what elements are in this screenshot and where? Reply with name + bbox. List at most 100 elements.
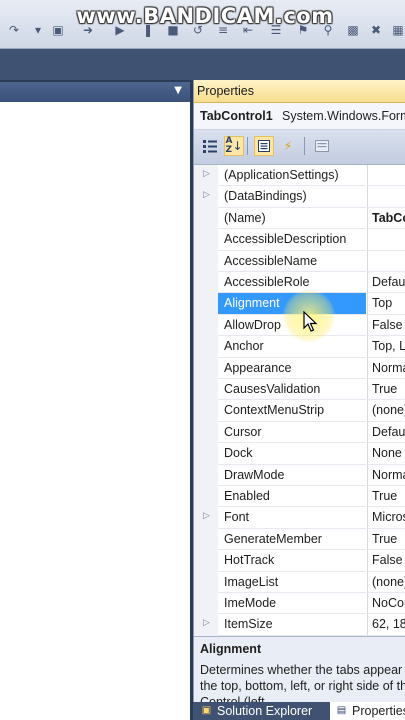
property-row[interactable]: ImageList (none): [194, 571, 405, 593]
property-name[interactable]: AccessibleRole: [218, 272, 366, 294]
properties-window: Properties TabControl1 System.Windows.Fo…: [193, 80, 405, 709]
row-gutter: [194, 357, 218, 379]
property-row[interactable]: AppearanceNormal: [194, 357, 405, 379]
object-type: System.Windows.Forms.TabControl: [282, 109, 405, 123]
property-row[interactable]: ▷ (DataBindings): [194, 186, 405, 208]
property-value[interactable]: (none): [367, 571, 405, 593]
main-toolbar: ↷ ▾ ▣ ➜ ▶ ❚ ■ ↺ ≡ ⇤ ☰ ⚑ ⚲ ▩ ✖ ▦ www.BAND…: [0, 0, 405, 49]
property-name[interactable]: Font: [218, 507, 366, 529]
property-value[interactable]: Top: [367, 293, 405, 315]
expand-arrow-icon[interactable]: ▷: [203, 511, 210, 521]
property-value[interactable]: Default: [367, 272, 405, 294]
property-row[interactable]: ContextMenuStrip (none): [194, 400, 405, 422]
property-value[interactable]: Top, Left: [367, 336, 405, 358]
property-name[interactable]: CausesValidation: [218, 379, 366, 401]
property-row[interactable]: AnchorTop, Left: [194, 336, 405, 358]
property-row[interactable]: ▷ (ApplicationSettings): [194, 165, 405, 187]
property-row[interactable]: ImeModeNoControl: [194, 593, 405, 615]
property-name[interactable]: Appearance: [218, 358, 366, 379]
property-name[interactable]: (ApplicationSettings): [218, 165, 366, 187]
dropdown-icon[interactable]: ▾: [30, 22, 46, 38]
property-value[interactable]: 62, 18: [367, 614, 405, 636]
property-row[interactable]: Dock None: [194, 443, 405, 465]
property-name[interactable]: (Name): [218, 208, 366, 230]
property-row[interactable]: AccessibleRoleDefault: [194, 272, 405, 294]
property-value[interactable]: True: [367, 379, 405, 401]
property-value[interactable]: True: [367, 528, 405, 551]
property-value[interactable]: [367, 165, 405, 187]
property-value[interactable]: (none): [367, 400, 405, 422]
alphabetical-icon[interactable]: A Z ↓: [224, 136, 244, 156]
tab-dropdown-icon[interactable]: ▼: [174, 85, 182, 96]
property-value[interactable]: Default: [367, 421, 405, 444]
property-row[interactable]: HotTrack False: [194, 550, 405, 572]
lightning-icon[interactable]: ⚡: [278, 136, 298, 156]
property-pages-icon[interactable]: [312, 136, 332, 156]
tab-label: Solution Explorer: [217, 704, 313, 718]
property-value[interactable]: [367, 250, 405, 272]
property-value[interactable]: None: [367, 443, 405, 465]
properties-tab-icon: ▤: [336, 705, 347, 716]
property-value[interactable]: True: [367, 486, 405, 508]
property-row[interactable]: ▷ ItemSize 62, 18: [194, 614, 405, 636]
row-gutter: ▷: [194, 186, 218, 208]
property-row[interactable]: GenerateMember True: [194, 528, 405, 551]
property-name[interactable]: ContextMenuStrip: [218, 400, 366, 422]
expand-arrow-icon[interactable]: ▷: [203, 618, 210, 628]
property-name[interactable]: Dock: [218, 443, 366, 465]
property-row[interactable]: (Name)TabControl1: [194, 207, 405, 230]
property-name[interactable]: AccessibleDescription: [218, 229, 366, 251]
property-name[interactable]: Anchor: [218, 336, 366, 358]
property-row[interactable]: Enabled True: [194, 486, 405, 508]
property-value[interactable]: NoControl: [367, 593, 405, 615]
toolbox-icon[interactable]: ▦: [390, 22, 405, 38]
expand-arrow-icon[interactable]: ▷: [203, 190, 210, 200]
property-row[interactable]: Alignment Top: [194, 293, 405, 315]
tab-properties[interactable]: ▤ Properties: [330, 702, 405, 720]
property-name[interactable]: HotTrack: [218, 550, 366, 572]
property-value[interactable]: Normal: [367, 357, 405, 379]
properties-title-bar[interactable]: Properties: [194, 80, 405, 103]
property-row[interactable]: AccessibleName: [194, 250, 405, 272]
property-row[interactable]: AllowDrop False: [194, 314, 405, 337]
property-value[interactable]: False: [367, 550, 405, 572]
property-name[interactable]: Cursor: [218, 422, 366, 444]
property-name[interactable]: Enabled: [218, 486, 366, 508]
row-gutter: [194, 314, 218, 337]
property-row[interactable]: ▷ FontMicrosoft Sans Serif: [194, 507, 405, 529]
solution-explorer-icon: ▣: [201, 705, 212, 716]
property-name[interactable]: ImageList: [218, 572, 366, 593]
property-value[interactable]: [367, 186, 405, 208]
property-value[interactable]: [367, 229, 405, 251]
designer-surface[interactable]: [0, 102, 190, 720]
property-name[interactable]: ImeMode: [218, 593, 366, 615]
property-row[interactable]: AccessibleDescription: [194, 229, 405, 251]
property-row[interactable]: CausesValidation True: [194, 379, 405, 401]
property-name[interactable]: AccessibleName: [218, 251, 366, 272]
categorized-icon[interactable]: [200, 136, 220, 156]
row-gutter: [194, 379, 218, 401]
property-name[interactable]: AllowDrop: [218, 315, 366, 337]
property-name[interactable]: Alignment: [218, 293, 366, 315]
tab-well: [0, 49, 405, 80]
property-name[interactable]: GenerateMember: [218, 529, 366, 551]
property-row[interactable]: DrawModeNormal: [194, 464, 405, 486]
property-value[interactable]: False: [367, 314, 405, 337]
property-row[interactable]: CursorDefault: [194, 421, 405, 444]
property-value[interactable]: Normal: [367, 464, 405, 486]
object-name: TabControl1: [200, 109, 273, 123]
object-selector[interactable]: TabControl1 System.Windows.Forms.TabCont…: [194, 103, 405, 130]
tools-icon[interactable]: ✖: [368, 22, 384, 38]
property-name[interactable]: DrawMode: [218, 465, 366, 486]
properties-icon[interactable]: [254, 136, 274, 156]
redo-icon[interactable]: ↷: [6, 22, 22, 38]
property-name[interactable]: (DataBindings): [218, 186, 366, 208]
property-value[interactable]: TabControl1: [367, 207, 405, 230]
expand-arrow-icon[interactable]: ▷: [203, 169, 210, 179]
tab-solution-explorer[interactable]: ▣ Solution Explorer: [195, 702, 329, 720]
row-gutter: [194, 421, 218, 444]
property-value[interactable]: Microsoft Sans Serif: [367, 507, 405, 529]
property-name[interactable]: ItemSize: [218, 614, 366, 636]
row-gutter: [194, 207, 218, 230]
toolbar-separator: [247, 137, 248, 155]
